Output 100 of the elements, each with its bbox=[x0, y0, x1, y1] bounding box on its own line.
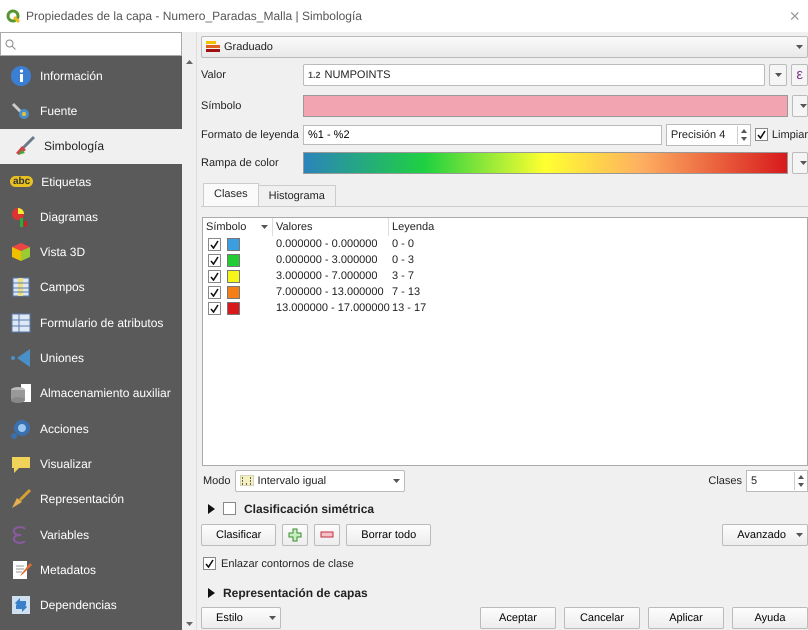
sidebar-item[interactable]: Almacenamiento auxiliar bbox=[0, 376, 182, 411]
classify-button[interactable]: Clasificar bbox=[201, 524, 276, 546]
checkbox[interactable] bbox=[208, 286, 221, 299]
field-label: Formato de leyenda bbox=[201, 128, 299, 140]
dropdown-button[interactable] bbox=[769, 64, 788, 86]
sidebar-item[interactable]: Variables bbox=[0, 516, 182, 552]
caret-icon bbox=[392, 478, 400, 483]
triangle-icon bbox=[10, 347, 32, 370]
checkbox[interactable] bbox=[223, 502, 236, 516]
field-label: Valor bbox=[201, 68, 227, 81]
column-header[interactable]: Símbolo bbox=[203, 218, 273, 236]
checkbox[interactable] bbox=[208, 254, 221, 267]
dialog-button[interactable]: Cancelar bbox=[564, 607, 640, 630]
expand-arrow-icon[interactable] bbox=[207, 504, 215, 514]
table-cell-text: 0.000000 - 3.000000 bbox=[275, 254, 379, 266]
minus-icon bbox=[320, 531, 334, 540]
sidebar-item[interactable]: Metadatos bbox=[0, 552, 182, 588]
plus-icon bbox=[288, 528, 302, 542]
expression-button[interactable]: ε bbox=[791, 64, 808, 86]
remove-class-button[interactable] bbox=[314, 524, 340, 546]
sidebar-item[interactable]: Información bbox=[0, 58, 182, 94]
caret-icon bbox=[796, 45, 803, 49]
checkbox[interactable] bbox=[208, 238, 221, 251]
value-dropdown[interactable]: 1.2 NUMPOINTS bbox=[303, 64, 766, 86]
checkbox[interactable] bbox=[203, 557, 216, 570]
label-icon: abc bbox=[10, 176, 34, 188]
table-cell-text: 0.000000 - 0.000000 bbox=[275, 238, 379, 250]
brush-icon bbox=[10, 488, 32, 510]
delete-all-button[interactable]: Borrar todo bbox=[346, 524, 432, 546]
sidebar-item[interactable]: Diagramas bbox=[0, 199, 182, 234]
dropdown-button[interactable] bbox=[792, 94, 808, 117]
expand-arrow-icon[interactable] bbox=[207, 588, 215, 598]
sidebar-item[interactable]: Vista 3D bbox=[0, 234, 182, 270]
classes-spinbox[interactable]: 5 bbox=[746, 470, 808, 492]
advanced-button[interactable]: Avanzado bbox=[722, 524, 808, 546]
tab[interactable]: Histograma bbox=[258, 185, 336, 206]
caret-icon bbox=[800, 161, 807, 166]
sidebar-item[interactable]: Formulario de atributos bbox=[0, 305, 182, 340]
color-ramp-button[interactable] bbox=[303, 152, 788, 174]
table-cell-text: 3 - 7 bbox=[391, 270, 416, 282]
color-swatch[interactable] bbox=[227, 254, 240, 267]
sidebar-item[interactable]: Representación bbox=[0, 482, 182, 517]
checkbox-label: Limpiar bbox=[772, 128, 808, 140]
dropdown-button[interactable] bbox=[792, 152, 808, 174]
sidebar-item[interactable]: Campos bbox=[0, 270, 182, 306]
precision-spinbox[interactable]: Precisión 4 bbox=[666, 124, 751, 146]
checkbox[interactable] bbox=[208, 302, 221, 315]
field-label: Modo bbox=[202, 474, 231, 487]
graduated-icon bbox=[206, 41, 220, 53]
window-title: Propiedades de la capa - Numero_Paradas_Malla | Simbología bbox=[26, 9, 363, 23]
add-class-button[interactable] bbox=[282, 524, 308, 546]
checkbox[interactable] bbox=[208, 270, 221, 283]
checkbox-label: Enlazar contornos de clase bbox=[221, 558, 354, 570]
scroll-down-icon[interactable] bbox=[186, 622, 192, 626]
intervals-icon bbox=[240, 475, 254, 486]
caret-icon bbox=[800, 104, 807, 108]
column-header[interactable]: Leyenda bbox=[389, 218, 807, 236]
database-icon bbox=[10, 382, 32, 404]
color-swatch[interactable] bbox=[227, 238, 240, 251]
tab[interactable]: Clases bbox=[203, 183, 259, 206]
dialog-button[interactable]: Ayuda bbox=[732, 607, 808, 630]
dialog-button[interactable]: Aceptar bbox=[480, 607, 556, 630]
color-swatch[interactable] bbox=[227, 270, 240, 283]
table-cell-text: 13 - 17 bbox=[391, 302, 428, 314]
spinner-arrows-icon[interactable] bbox=[736, 126, 750, 144]
sort-icon bbox=[261, 225, 268, 230]
table-cell-text: 3.000000 - 7.000000 bbox=[275, 270, 379, 282]
table-cell-text: 0 - 0 bbox=[391, 238, 416, 250]
dialog-button[interactable]: Aplicar bbox=[648, 607, 724, 630]
info-icon bbox=[10, 64, 32, 87]
mode-dropdown[interactable]: Intervalo igual bbox=[234, 470, 405, 492]
table-icon bbox=[10, 276, 32, 298]
table-cell-text: 7.000000 - 13.000000 bbox=[275, 286, 385, 298]
sidebar-item[interactable]: Dependencias bbox=[0, 587, 182, 623]
form-icon bbox=[10, 312, 32, 334]
search-field[interactable] bbox=[0, 32, 182, 56]
sidebar-item[interactable]: abc Etiquetas bbox=[0, 164, 182, 200]
color-swatch[interactable] bbox=[227, 302, 240, 315]
section-title: Clasificación simétrica bbox=[244, 502, 374, 516]
renderer-dropdown[interactable]: Graduado bbox=[201, 36, 808, 58]
sidebar-item[interactable]: Acciones bbox=[0, 410, 182, 446]
scroll-up-icon[interactable] bbox=[186, 60, 192, 64]
style-button[interactable]: Estilo bbox=[201, 607, 281, 630]
color-swatch[interactable] bbox=[227, 286, 240, 299]
table-cell-text: 7 - 13 bbox=[391, 286, 422, 298]
sidebar-item[interactable]: Fuente bbox=[0, 93, 182, 129]
legend-format-field[interactable]: %1 - %2 bbox=[303, 124, 662, 144]
sidebar-item[interactable]: Visualizar bbox=[0, 446, 182, 482]
field-label: Símbolo bbox=[201, 100, 242, 112]
column-header[interactable]: Valores bbox=[273, 218, 389, 236]
caret-icon bbox=[269, 616, 276, 620]
caret-icon bbox=[775, 72, 782, 77]
document-icon bbox=[10, 558, 32, 581]
search-icon bbox=[5, 38, 16, 50]
sidebar-item[interactable]: Simbología bbox=[0, 128, 182, 164]
checkbox[interactable] bbox=[754, 128, 768, 141]
sidebar-item[interactable]: Uniones bbox=[0, 340, 182, 376]
spinner-arrows-icon[interactable] bbox=[794, 472, 807, 490]
table-cell-text: 13.000000 - 17.000000 bbox=[275, 302, 389, 314]
section-title: Representación de capas bbox=[223, 586, 368, 600]
